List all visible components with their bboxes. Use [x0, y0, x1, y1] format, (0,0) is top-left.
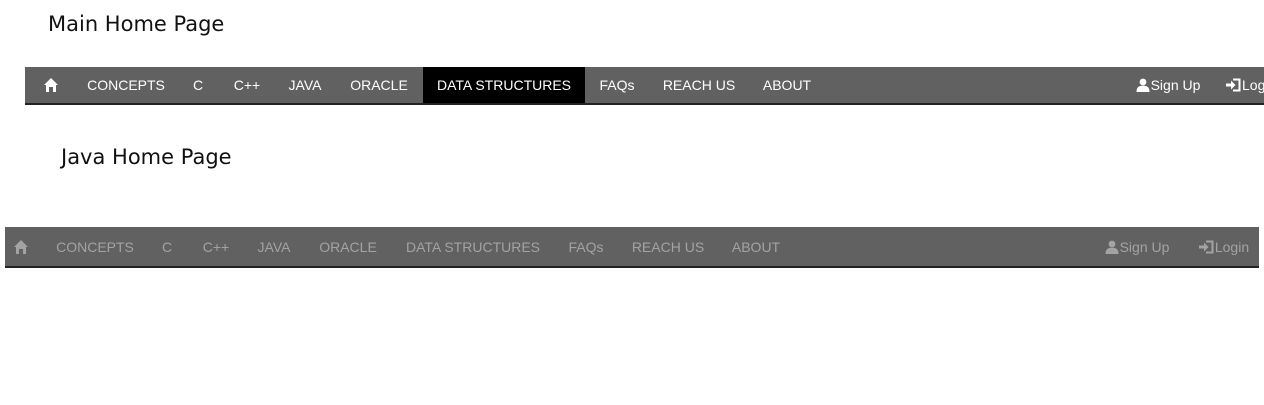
nav-item-java[interactable]: JAVA: [247, 227, 301, 266]
page-title-java: Java Home Page: [61, 145, 232, 169]
nav-item-concepts[interactable]: CONCEPTS: [73, 67, 179, 103]
home-icon: [43, 77, 59, 93]
nav-item-concepts[interactable]: CONCEPTS: [42, 227, 148, 266]
signup-link[interactable]: Sign Up: [1131, 67, 1205, 103]
user-icon: [1105, 240, 1119, 254]
login-icon: [1226, 78, 1241, 92]
home-link[interactable]: [5, 227, 37, 266]
nav-item-about[interactable]: ABOUT: [755, 67, 819, 103]
main-navbar: CONCEPTS C C++ JAVA ORACLE DATA STRUCTUR…: [25, 67, 1264, 105]
nav-item-cpp[interactable]: C++: [194, 227, 238, 266]
nav-item-java[interactable]: JAVA: [278, 67, 332, 103]
home-link[interactable]: [25, 67, 77, 103]
signup-label: Sign Up: [1150, 77, 1201, 93]
page-title-main: Main Home Page: [48, 12, 225, 36]
java-navbar: CONCEPTS C C++ JAVA ORACLE DATA STRUCTUR…: [5, 227, 1259, 268]
nav-item-faqs[interactable]: FAQs: [560, 227, 612, 266]
login-link[interactable]: Login: [1191, 227, 1257, 266]
nav-item-about[interactable]: ABOUT: [724, 227, 788, 266]
nav-item-data-structures[interactable]: DATA STRUCTURES: [423, 67, 585, 103]
nav-item-oracle[interactable]: ORACLE: [341, 67, 417, 103]
nav-item-c[interactable]: C: [150, 227, 184, 266]
home-icon: [13, 239, 29, 255]
nav-item-reach-us[interactable]: REACH US: [655, 67, 743, 103]
nav-item-faqs[interactable]: FAQs: [591, 67, 643, 103]
page: Main Home Page CONCEPTS C C++ JAVA ORACL…: [0, 0, 1264, 405]
nav-item-reach-us[interactable]: REACH US: [624, 227, 712, 266]
nav-item-c[interactable]: C: [181, 67, 215, 103]
user-icon: [1136, 78, 1150, 92]
login-link[interactable]: Log: [1226, 67, 1264, 103]
signup-link[interactable]: Sign Up: [1100, 227, 1174, 266]
login-icon: [1198, 240, 1214, 254]
login-label: Login: [1214, 238, 1250, 255]
nav-item-data-structures[interactable]: DATA STRUCTURES: [392, 227, 554, 266]
signup-label: Sign Up: [1119, 238, 1170, 255]
nav-item-oracle[interactable]: ORACLE: [310, 227, 386, 266]
login-label: Log: [1242, 77, 1264, 93]
nav-item-cpp[interactable]: C++: [225, 67, 269, 103]
